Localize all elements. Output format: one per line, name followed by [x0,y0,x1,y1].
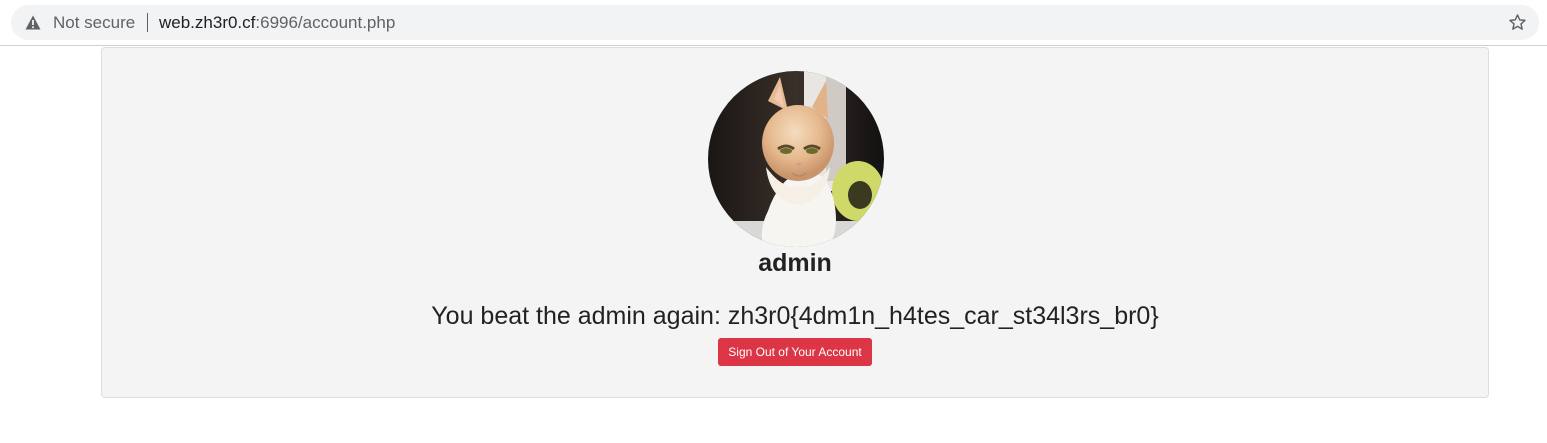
address-separator [147,13,148,32]
username: admin [758,249,832,277]
address-bar[interactable]: Not secure web.zh3r0.cf:6996/account.php [11,5,1539,40]
security-status-label[interactable]: Not secure [53,13,135,33]
browser-toolbar: Not secure web.zh3r0.cf:6996/account.php [0,0,1547,46]
signout-wrapper: Sign Out of Your Account [102,338,1488,366]
warning-triangle-icon [25,15,41,30]
url-text[interactable]: web.zh3r0.cf:6996/account.php [159,13,395,33]
url-path: :6996/account.php [255,13,396,32]
account-card: admin You beat the admin again: zh3r0{4d… [101,47,1489,398]
flag-message: You beat the admin again: zh3r0{4dm1n_h4… [431,302,1159,330]
bookmark-star-icon[interactable] [1508,13,1527,32]
sign-out-button[interactable]: Sign Out of Your Account [718,338,872,366]
cat-avatar-image [708,71,884,247]
url-host: web.zh3r0.cf [159,13,256,32]
avatar [708,71,884,247]
